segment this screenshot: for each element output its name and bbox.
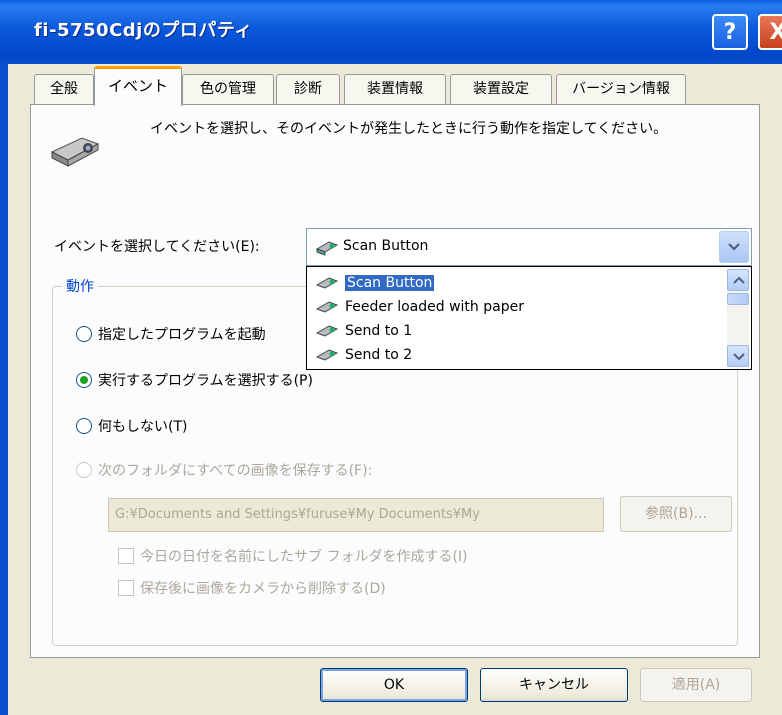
ok-button[interactable]: OK bbox=[320, 668, 468, 702]
scroll-down-button[interactable] bbox=[727, 345, 749, 367]
browse-button[interactable]: 参照(B)... bbox=[620, 496, 732, 532]
radio-do-nothing[interactable] bbox=[76, 418, 92, 434]
cancel-button[interactable]: キャンセル bbox=[480, 668, 628, 702]
scanner-small-icon bbox=[315, 325, 339, 337]
event-select[interactable]: Scan Button bbox=[306, 228, 752, 266]
checkbox-delete-after-save[interactable] bbox=[118, 580, 134, 596]
tab-version-info[interactable]: バージョン情報 bbox=[556, 74, 686, 104]
close-button[interactable]: X bbox=[758, 14, 782, 50]
window-frame-left bbox=[0, 64, 8, 715]
radio-launch-program[interactable] bbox=[76, 326, 92, 342]
radio-choose-program-label[interactable]: 実行するプログラムを選択する(P) bbox=[98, 370, 313, 390]
list-item-send-to-1[interactable]: Send to 1 bbox=[309, 319, 412, 343]
list-item-label: Scan Button bbox=[345, 275, 435, 291]
scanner-small-icon bbox=[315, 301, 339, 313]
scroll-thumb[interactable] bbox=[727, 293, 749, 305]
event-select-value: Scan Button bbox=[343, 238, 429, 254]
scanner-icon bbox=[50, 137, 100, 167]
checkbox-delete-after-save-label[interactable]: 保存後に画像をカメラから削除する(D) bbox=[140, 578, 386, 598]
radio-save-images[interactable] bbox=[76, 462, 92, 478]
list-item-send-to-2[interactable]: Send to 2 bbox=[309, 343, 412, 367]
actions-group-legend: 動作 bbox=[62, 276, 98, 296]
tab-device-settings[interactable]: 装置設定 bbox=[450, 74, 552, 104]
radio-save-images-label[interactable]: 次のフォルダにすべての画像を保存する(F): bbox=[98, 460, 372, 480]
apply-button[interactable]: 適用(A) bbox=[640, 668, 752, 702]
chevron-down-icon bbox=[728, 243, 740, 251]
dropdown-arrow-button[interactable] bbox=[719, 231, 749, 263]
folder-path-field[interactable]: G:¥Documents and Settings¥furuse¥My Docu… bbox=[108, 498, 604, 532]
chevron-up-icon bbox=[733, 276, 745, 284]
list-item-label: Send to 1 bbox=[345, 323, 413, 339]
scanner-small-icon bbox=[315, 277, 339, 289]
scanner-small-icon bbox=[315, 241, 339, 256]
tab-general[interactable]: 全般 bbox=[34, 74, 94, 104]
list-item-label: Feeder loaded with paper bbox=[345, 299, 524, 315]
list-item-feeder-loaded[interactable]: Feeder loaded with paper bbox=[309, 295, 524, 319]
tab-device-info[interactable]: 装置情報 bbox=[344, 74, 446, 104]
tab-event[interactable]: イベント bbox=[94, 66, 182, 106]
radio-launch-program-label[interactable]: 指定したプログラムを起動 bbox=[98, 324, 266, 344]
list-item-scan-button[interactable]: Scan Button bbox=[309, 271, 435, 295]
event-dropdown-list[interactable]: Scan Button Feeder loaded with paper Sen… bbox=[306, 266, 752, 370]
list-scrollbar[interactable] bbox=[727, 269, 749, 367]
event-select-label: イベントを選択してください(E): bbox=[54, 239, 260, 255]
help-button[interactable]: ? bbox=[712, 14, 748, 50]
tab-color-management[interactable]: 色の管理 bbox=[182, 74, 274, 104]
checkbox-date-subfolder[interactable] bbox=[118, 548, 134, 564]
scanner-small-icon bbox=[315, 349, 339, 361]
scroll-up-button[interactable] bbox=[727, 269, 749, 291]
description-text: イベントを選択し、そのイベントが発生したときに行う動作を指定してください。 bbox=[150, 121, 668, 137]
radio-choose-program[interactable] bbox=[76, 372, 92, 388]
window-title: fi-5750Cdjのプロパティ bbox=[34, 20, 253, 41]
chevron-down-icon bbox=[733, 353, 745, 361]
radio-do-nothing-label[interactable]: 何もしない(T) bbox=[98, 416, 187, 436]
checkbox-date-subfolder-label[interactable]: 今日の日付を名前にしたサブ フォルダを作成する(I) bbox=[140, 546, 468, 566]
tab-diagnostics[interactable]: 診断 bbox=[276, 74, 340, 104]
list-item-label: Send to 2 bbox=[345, 347, 413, 363]
